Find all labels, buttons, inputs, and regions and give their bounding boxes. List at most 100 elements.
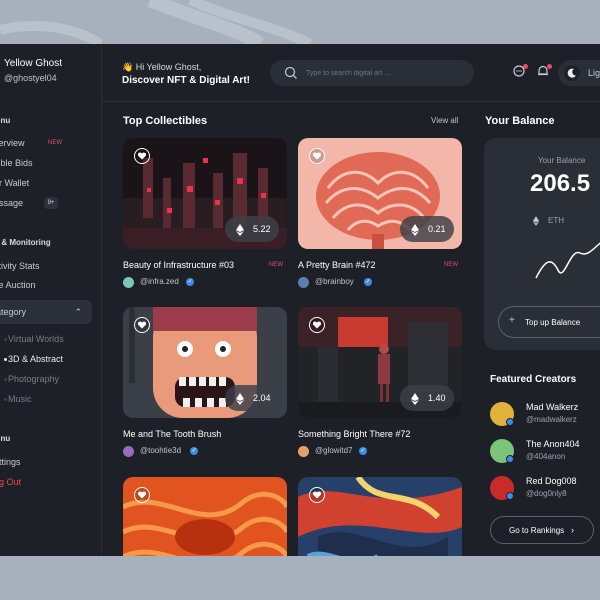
sub-item-photography[interactable]: Photography	[4, 374, 60, 384]
verified-icon	[506, 492, 514, 500]
currency-label: ETH	[548, 216, 564, 225]
moon-icon	[564, 65, 580, 81]
creator-item[interactable]: The Anon404 @404anon	[490, 439, 600, 469]
price-badge: 0.21	[400, 216, 454, 242]
eth-icon	[235, 223, 245, 241]
creator-handle: @glowitd7	[315, 446, 353, 455]
price-value: 0.21	[428, 224, 446, 234]
chevron-right-icon: ›	[571, 525, 574, 535]
price-value: 5.22	[253, 224, 271, 234]
greeting: 👋 Hi Yellow Ghost,	[122, 62, 202, 72]
rankings-label: Go to Rankings	[509, 526, 565, 535]
nft-title: Beauty of Infrastructure #03	[123, 260, 235, 270]
balance-card: Your Balance 206.5 ETH + Top up Balance	[484, 138, 600, 350]
creator-handle: @404anon	[526, 452, 566, 461]
sidebar-item-logout[interactable]: og Out	[0, 473, 94, 491]
sidebar-item-bids[interactable]: sible Bids	[0, 154, 94, 172]
view-all-link[interactable]: View all	[431, 116, 458, 125]
search-bar[interactable]	[270, 60, 474, 86]
page-title: Discover NFT & Digital Art!	[122, 75, 250, 86]
sidebar-item-label: ettings	[0, 457, 21, 467]
theme-toggle[interactable]: Lig	[558, 60, 600, 86]
dot-icon	[4, 378, 7, 381]
search-icon	[284, 66, 298, 85]
topup-label: Top up Balance	[525, 318, 581, 327]
creator-handle: @brainboy	[315, 277, 354, 286]
sub-item-music[interactable]: Music	[4, 394, 32, 404]
profile-name: Yellow Ghost	[4, 58, 62, 69]
creator-name: Red Dog008	[526, 476, 577, 486]
eth-icon	[235, 392, 245, 410]
theme-label: Lig	[588, 68, 600, 78]
app-window: Yellow Ghost @ghostyel04 enu verview NEW…	[0, 44, 600, 556]
bell-icon[interactable]	[536, 64, 552, 80]
sidebar-item-label: sible Bids	[0, 158, 33, 168]
heart-icon[interactable]	[309, 148, 325, 164]
nft-title: Me and The Tooth Brush	[123, 429, 222, 439]
heart-icon[interactable]	[134, 317, 150, 333]
balance-chart	[535, 242, 600, 279]
nft-title: Something Bright There #72	[298, 429, 411, 439]
creator-name: The Anon404	[526, 439, 580, 449]
avatar	[123, 277, 134, 288]
sidebar-item-overview[interactable]: verview NEW	[0, 134, 94, 152]
notification-dot	[547, 64, 552, 69]
sidebar-item-wallet[interactable]: ur Wallet	[0, 174, 94, 192]
sub-item-3d-abstract[interactable]: 3D & Abstract	[4, 354, 64, 364]
balance-amount: 206.5	[530, 170, 591, 197]
menu-heading: enu	[0, 116, 11, 125]
creator-item[interactable]: Red Dog008 @dog0nly8	[490, 476, 600, 506]
verified-icon	[506, 455, 514, 463]
verified-icon: ✓	[186, 278, 194, 286]
message-count-badge: 9+	[44, 197, 58, 209]
search-input[interactable]	[306, 65, 456, 81]
heart-icon[interactable]	[309, 317, 325, 333]
sidebar-item-label: essage	[0, 198, 24, 208]
creator-handle: @toohtie3d	[140, 446, 182, 455]
eth-icon	[532, 216, 540, 228]
rankings-button[interactable]: Go to Rankings ›	[490, 516, 594, 544]
sidebar-item-message[interactable]: essage 9+	[0, 194, 94, 212]
dot-icon	[4, 338, 7, 341]
eth-icon	[410, 392, 420, 410]
new-badge: NEW	[444, 262, 458, 268]
avatar	[123, 446, 134, 457]
sub-item-virtual-worlds[interactable]: Virtual Worlds	[4, 334, 64, 344]
dot-icon	[4, 398, 7, 401]
verified-icon: ✓	[190, 447, 198, 455]
sidebar-item-auction[interactable]: ve Auction	[0, 276, 94, 294]
dot-icon	[4, 358, 7, 361]
heart-icon[interactable]	[134, 487, 150, 503]
chat-icon[interactable]	[512, 64, 528, 80]
sidebar-item-label: og Out	[0, 477, 22, 487]
eth-icon	[410, 223, 420, 241]
sidebar-item-settings[interactable]: ettings	[0, 453, 94, 471]
topup-button[interactable]: + Top up Balance	[498, 306, 600, 338]
price-badge: 5.22	[225, 216, 279, 242]
menu2-heading: enu	[0, 434, 11, 443]
profile[interactable]: Yellow Ghost @ghostyel04	[4, 58, 62, 83]
price-value: 2.04	[253, 393, 271, 403]
new-badge: NEW	[48, 140, 62, 146]
sidebar-item-activity[interactable]: ctivity Stats	[0, 257, 94, 275]
currency: ETH	[532, 216, 564, 226]
heart-icon[interactable]	[309, 487, 325, 503]
avatar	[298, 446, 309, 457]
creator-handle: @dog0nly8	[526, 489, 567, 498]
sidebar: Yellow Ghost @ghostyel04 enu verview NEW…	[0, 44, 102, 556]
price-badge: 2.04	[225, 385, 279, 411]
sidebar-item-label: ve Auction	[0, 280, 36, 290]
sub-item-label: Photography	[8, 374, 60, 384]
sub-item-label: 3D & Abstract	[8, 354, 64, 364]
verified-icon: ✓	[364, 278, 372, 286]
creator-item[interactable]: Mad Walkerz @madwalkerz	[490, 402, 600, 432]
creator-name: Mad Walkerz	[526, 402, 579, 412]
heart-icon[interactable]	[134, 148, 150, 164]
nft-title: A Pretty Brain #472	[298, 260, 376, 270]
topbar: 👋 Hi Yellow Ghost, Discover NFT & Digita…	[102, 44, 600, 102]
balance-label: Your Balance	[538, 156, 586, 165]
sidebar-item-category[interactable]: ategory ⌃	[0, 300, 92, 324]
sidebar-item-label: ur Wallet	[0, 178, 30, 188]
new-badge: NEW	[269, 262, 283, 268]
creator-handle: @madwalkerz	[526, 415, 577, 424]
